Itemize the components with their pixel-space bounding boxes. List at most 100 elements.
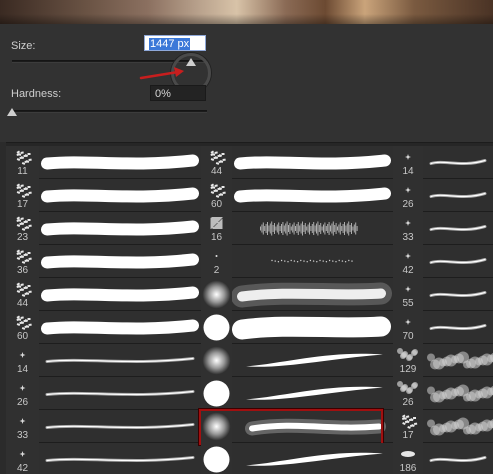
brush-stroke-cell[interactable] (232, 344, 393, 377)
hardness-slider-thumb[interactable] (7, 108, 17, 116)
brush-tip-cell[interactable]: 17 (6, 179, 39, 212)
thin-wave-preview (45, 357, 195, 363)
brush-tip-cell[interactable]: 129 (393, 344, 423, 377)
size-value: 1447 px (149, 38, 191, 50)
brush-tip-cell[interactable]: 33 (6, 410, 39, 443)
brush-stroke-cell[interactable] (423, 146, 493, 179)
brush-stroke-cell[interactable] (232, 179, 393, 212)
brush-stroke-cell[interactable] (423, 245, 493, 278)
brush-tip-cell[interactable]: 44 (201, 146, 232, 179)
soft-round-tip-icon (202, 346, 231, 375)
hardness-slider-track[interactable] (12, 110, 207, 113)
brush-tip-cell[interactable]: 14 (393, 146, 423, 179)
brush-stroke-cell[interactable] (39, 212, 201, 245)
brush-tip-cell[interactable]: 44 (6, 278, 39, 311)
brush-stroke-cell[interactable] (39, 311, 201, 344)
thin-wave-preview (429, 291, 487, 297)
brush-size-label: 26 (16, 397, 29, 408)
hardness-value: 0% (155, 88, 171, 100)
brush-tip-cell[interactable] (201, 443, 232, 474)
brush-tip-cell[interactable]: 60 (6, 311, 39, 344)
brush-size-label: 26 (402, 199, 414, 210)
taper-stroke-preview (246, 353, 383, 367)
brush-stroke-cell[interactable] (232, 377, 393, 410)
brush-stroke-cell[interactable] (39, 344, 201, 377)
thick-wave-preview (234, 187, 391, 203)
brush-tip-cell[interactable]: 14 (6, 344, 39, 377)
brush-stroke-cell[interactable] (423, 212, 493, 245)
brush-tip-cell[interactable]: 23 (6, 212, 39, 245)
brush-size-label: 70 (402, 331, 414, 342)
cloud-stroke-preview (427, 351, 493, 370)
brush-tip-cell[interactable]: 60 (201, 179, 232, 212)
brush-tip-cell[interactable]: 42 (393, 245, 423, 278)
brush-stroke-cell[interactable] (232, 311, 393, 344)
brush-tip-cell[interactable]: 55 (393, 278, 423, 311)
hard-round-tip-icon (203, 446, 230, 473)
brush-size-label: 42 (16, 463, 29, 474)
brush-tip-cell[interactable] (201, 344, 232, 377)
soft-stroke-preview (232, 282, 392, 308)
brush-stroke-cell[interactable] (423, 410, 493, 443)
brush-tip-cell[interactable]: 17 (393, 410, 423, 443)
bristle-stroke-preview (260, 221, 358, 236)
thick-wave-preview (41, 319, 199, 335)
canvas-image-strip (0, 0, 493, 24)
thin-wave-preview (429, 324, 487, 330)
hard-stroke-preview (232, 316, 391, 340)
brush-size-label: 186 (399, 463, 417, 474)
brush-size-label: 14 (402, 166, 414, 177)
brush-tip-cell[interactable]: 26 (393, 179, 423, 212)
thick-wave-preview (41, 253, 199, 269)
brush-stroke-cell[interactable] (232, 443, 393, 474)
brush-tip-cell[interactable] (201, 311, 232, 344)
brush-size-label: 14 (16, 364, 29, 375)
brush-size-label: 26 (402, 397, 414, 408)
hardness-field[interactable]: 0% (150, 85, 206, 101)
thick-wave-preview (234, 154, 391, 170)
brush-tip-cell[interactable]: 186 (393, 443, 423, 474)
brush-tip-cell[interactable]: 42 (6, 443, 39, 474)
brush-stroke-cell[interactable] (232, 146, 393, 179)
brush-tip-cell[interactable]: 26 (6, 377, 39, 410)
brush-stroke-cell[interactable] (423, 443, 493, 474)
brush-tip-cell[interactable]: 33 (393, 212, 423, 245)
thick-wave-preview (41, 187, 199, 203)
brush-size-label: 17 (16, 199, 29, 210)
brush-stroke-cell[interactable] (232, 278, 393, 311)
brush-stroke-cell[interactable] (39, 179, 201, 212)
brush-stroke-cell[interactable] (423, 311, 493, 344)
brush-tip-cell[interactable] (201, 377, 232, 410)
brush-stroke-cell[interactable] (39, 278, 201, 311)
dotted-stroke-preview (271, 259, 353, 263)
brush-stroke-cell[interactable] (423, 278, 493, 311)
brush-stroke-cell[interactable] (39, 443, 201, 474)
brush-stroke-cell[interactable] (232, 245, 393, 278)
brush-tip-cell[interactable]: 70 (393, 311, 423, 344)
brush-tip-cell[interactable]: 11 (6, 146, 39, 179)
thick-wave-preview (41, 220, 199, 236)
brush-tip-cell[interactable] (201, 278, 232, 311)
brush-size-label: 17 (402, 430, 414, 441)
brush-stroke-cell[interactable] (39, 245, 201, 278)
brush-tip-cell[interactable]: 36 (6, 245, 39, 278)
taper-stroke-preview (246, 386, 383, 400)
brush-stroke-cell[interactable] (39, 377, 201, 410)
thick-wave-preview (41, 286, 199, 302)
brush-tip-cell[interactable]: 2 (201, 245, 232, 278)
hardness-label: Hardness: (11, 88, 62, 100)
brush-stroke-cell[interactable] (39, 146, 201, 179)
brush-size-label: 23 (16, 232, 29, 243)
brush-size-label: 44 (16, 298, 29, 309)
brush-options-panel: Size: 1447 px Hardness: 0% (0, 24, 493, 142)
thick-wave-preview (41, 154, 199, 170)
size-field[interactable]: 1447 px (144, 35, 206, 51)
brush-tip-cell[interactable]: 26 (393, 377, 423, 410)
brush-stroke-cell[interactable] (423, 179, 493, 212)
brush-stroke-cell[interactable] (39, 410, 201, 443)
brush-stroke-cell[interactable] (232, 212, 393, 245)
brush-stroke-cell[interactable] (423, 344, 493, 377)
brush-stroke-cell[interactable] (423, 377, 493, 410)
thin-wave-preview (429, 192, 487, 198)
brush-tip-cell[interactable]: 16 (201, 212, 232, 245)
